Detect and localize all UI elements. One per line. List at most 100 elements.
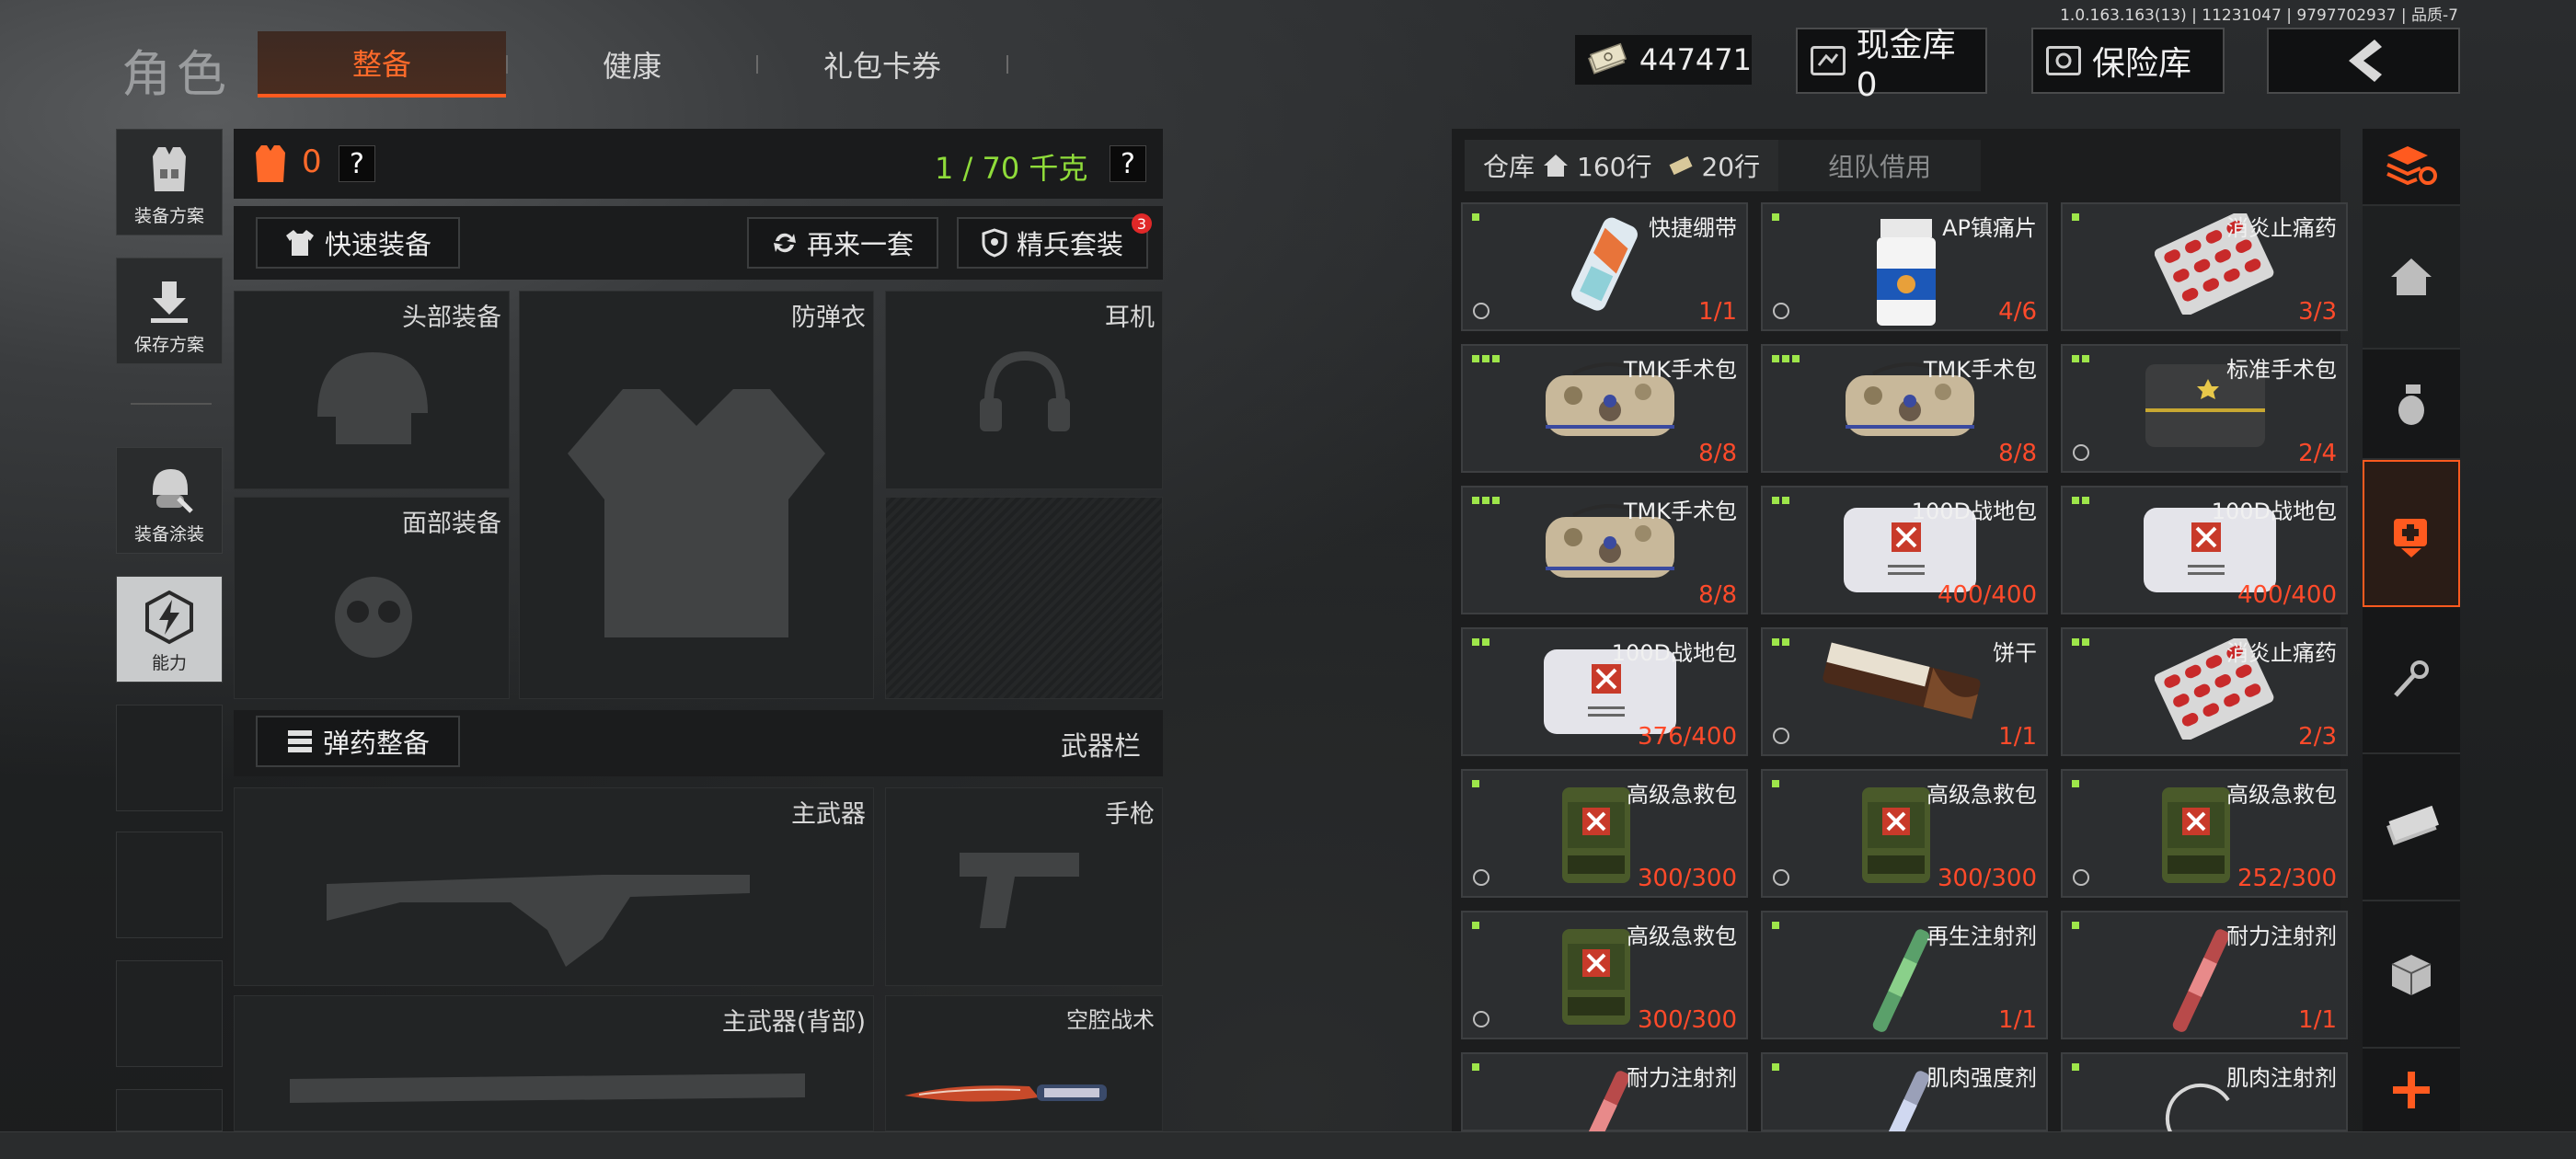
shirt-icon [285,230,314,256]
inventory-item-card[interactable]: TMK手术包 8/8 [1761,344,2048,473]
right-sidebar [2363,129,2460,1131]
tab-loadout[interactable]: 整备 [258,31,506,98]
slot-melee-label: 空腔战术 [1066,1007,1155,1033]
tab-health[interactable]: 健康 [508,31,756,98]
equipment-skin-button[interactable]: 装备涂装 [116,447,223,554]
sort-stack-button[interactable] [2363,129,2460,206]
item-name: 耐力注射剂 [2226,924,2337,949]
ability-button[interactable]: 能力 [116,576,223,683]
rarity-dot [2072,355,2079,362]
tab-team-borrow[interactable]: 组队借用 [1778,140,1982,191]
rarity-dot [1782,638,1789,646]
item-quantity: 4/6 [1998,298,2037,326]
inventory-item-card[interactable]: 100D战地包 376/400 [1461,627,1748,756]
rarity-dot [1472,355,1479,362]
slot-headset[interactable]: 耳机 [885,291,1163,489]
slot-body-armor[interactable]: 防弹衣 [519,291,874,699]
slot-locked [885,497,1163,699]
loadout-plan-button[interactable]: 装备方案 [116,129,223,235]
item-name: TMK手术包 [1623,357,1737,383]
item-name: 100D战地包 [1911,499,2037,524]
item-name: 消炎止痛药 [2226,215,2337,241]
weight-help-button[interactable]: ? [1110,145,1146,182]
inventory-item-card[interactable]: 快捷绷带 1/1 [1461,202,1748,331]
item-name: TMK手术包 [1923,357,2037,383]
sidebar-home[interactable] [2363,206,2460,350]
sidebar-box[interactable] [2363,901,2460,1049]
item-quantity: 1/1 [1698,298,1737,326]
sidebar-keys[interactable] [2363,607,2460,754]
loadout-plan-label: 装备方案 [133,206,204,226]
item-quantity: 1/1 [2298,1006,2337,1034]
sidebar-cash[interactable] [2363,754,2460,901]
inventory-item-card[interactable]: AP镇痛片 4/6 [1761,202,2048,331]
rarity-dots [1772,497,1789,504]
inventory-item-card[interactable]: 耐力注射剂 [1461,1052,1748,1159]
inventory-item-card[interactable]: 消炎止痛药 2/3 [2061,627,2348,756]
armor-help-button[interactable]: ? [339,145,375,182]
quick-equip-label: 快速装备 [324,229,431,260]
bottom-bar [0,1131,2576,1159]
elite-set-button[interactable]: 精兵套装 [957,217,1148,269]
rarity-dot [1472,780,1479,787]
inventory-item-card[interactable]: TMK手术包 8/8 [1461,344,1748,473]
inventory-item-card[interactable]: 高级急救包 252/300 [2061,769,2348,898]
rarity-dot [1772,213,1779,221]
inventory-item-card[interactable]: 100D战地包 400/400 [1761,486,2048,614]
item-image [1555,922,1638,1036]
inventory-item-card[interactable]: 肌肉注射剂 [2061,1052,2348,1139]
item-name: 高级急救包 [1926,782,2037,808]
shield-icon [1472,868,1490,887]
top-tabs: 整备 健康 礼包卡券 [258,31,1008,98]
inventory-item-card[interactable]: 标准手术包 2/4 [2061,344,2348,473]
slot-face[interactable]: 面部装备 [234,497,510,699]
slot-primary-weapon[interactable]: 主武器 [234,787,874,986]
cash-vault-button[interactable]: 现金库 0 [1796,27,1987,104]
re-equip-button[interactable]: 再来一套 [747,217,938,269]
rarity-dot [1482,497,1489,504]
empty-menu-slot [116,960,223,1067]
inventory-item-card[interactable]: 高级急救包 300/300 [1461,769,1748,898]
rarity-dot [2082,355,2089,362]
item-name: 肌肉注射剂 [2226,1065,2337,1091]
inventory-item-card[interactable]: 高级急救包 300/300 [1761,769,2048,898]
inventory-item-card[interactable]: 消炎止痛药 3/3 [2061,202,2348,331]
add-tab-button[interactable] [2363,1049,2460,1131]
helmet-paint-icon [153,469,193,513]
item-image [1855,780,1938,894]
menu-divider [131,403,212,405]
save-plan-button[interactable]: 保存方案 [116,258,223,364]
sidebar-grenade[interactable] [2363,350,2460,460]
ticket-icon [1669,155,1693,176]
inventory-item-card[interactable]: 高级急救包 300/300 [1461,911,1748,1039]
safe-box-button[interactable]: 保险库 [2031,28,2225,94]
tab-gift-cards[interactable]: 礼包卡券 [758,31,1006,98]
inventory-item-card[interactable]: TMK手术包 8/8 [1461,486,1748,614]
item-name: 100D战地包 [1611,640,1737,666]
inventory-item-card[interactable]: 再生注射剂 1/1 [1761,911,2048,1039]
item-name: 肌肉强度剂 [1926,1065,2037,1091]
empty-menu-slot [116,1089,223,1131]
slot-pistol[interactable]: 手枪 [885,787,1163,986]
ability-label: 能力 [151,653,187,673]
inventory-item-card[interactable]: 肌肉强度剂 [1761,1052,2048,1159]
inventory-item-card[interactable]: 饼干 1/1 [1761,627,2048,756]
item-name: 高级急救包 [1627,782,1737,808]
back-button[interactable] [2267,28,2460,94]
quick-equip-button[interactable]: 快速装备 [256,217,460,269]
ammo-equip-button[interactable]: 弹药整备 [256,716,460,767]
weapon-bar-header: 弹药整备 武器栏 [234,710,1163,776]
slot-melee[interactable]: 空腔战术 [885,995,1163,1131]
slot-primary-back[interactable]: 主武器(背部) [234,995,874,1131]
item-image [1555,213,1656,327]
inventory-tabs: 仓库 160行 20行 组队借用 [1465,140,1982,191]
inventory-item-card[interactable]: 100D战地包 400/400 [2061,486,2348,614]
rarity-dots [1772,355,1800,362]
rarity-dots [1472,780,1479,787]
inventory-item-card[interactable]: 耐力注射剂 1/1 [2061,911,2348,1039]
item-quantity: 3/3 [2298,298,2337,326]
tab-storage[interactable]: 仓库 160行 20行 [1465,140,1779,191]
slot-head[interactable]: 头部装备 [234,291,510,489]
cash-icon [1588,42,1627,75]
sidebar-medical[interactable] [2363,460,2460,607]
